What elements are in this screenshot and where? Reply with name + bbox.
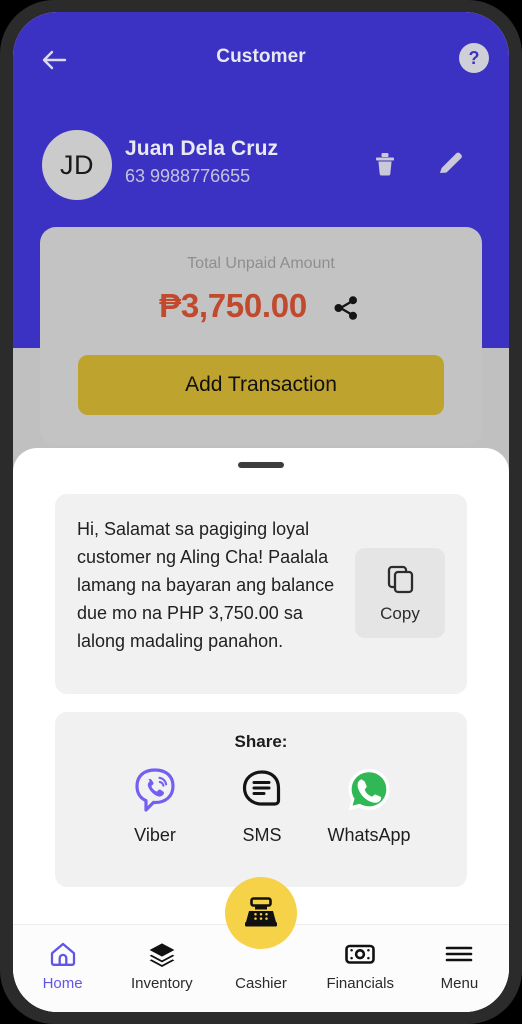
share-option-whatsapp[interactable]: WhatsApp [321,764,417,846]
customer-phone: 63 9988776655 [125,166,251,186]
copy-label: Copy [380,604,420,623]
home-icon [48,939,78,969]
customer-name: Juan Dela Cruz [125,137,279,160]
nav-label-menu: Menu [440,975,479,992]
message-preview-card: Hi, Salamat sa pagiging loyal customer n… [55,494,467,694]
layers-icon [147,939,177,969]
share-option-sms[interactable]: SMS [214,764,310,846]
sheet-drag-handle[interactable] [238,462,284,468]
nav-label-home: Home [42,975,83,992]
share-nodes-icon [334,295,357,320]
copy-icon [387,565,414,594]
amount-row: ₱3,750.00 [40,287,482,325]
total-unpaid-label: Total Unpaid Amount [187,255,335,272]
total-unpaid-amount: ₱3,750.00 [159,287,307,324]
nav-item-financials[interactable]: Financials [311,925,410,1012]
nav-item-home[interactable]: Home [13,925,112,1012]
nav-label-inventory: Inventory [130,975,193,992]
message-text: Hi, Salamat sa pagiging loyal customer n… [77,519,335,651]
add-transaction-button[interactable]: Add Transaction [78,355,444,415]
total-unpaid-card: Total Unpaid Amount ₱3,750.00 Add Transa… [40,227,482,445]
nav-item-menu[interactable]: Menu [410,925,509,1012]
cashier-fab-button[interactable] [225,877,297,949]
customer-identity: Juan Dela Cruz 63 9988776655 [125,136,278,188]
share-amount-button[interactable] [329,291,363,325]
viber-icon [129,764,181,816]
banknote-icon [344,939,376,969]
sms-bubble-icon [236,764,288,816]
share-option-label: WhatsApp [327,825,411,845]
share-option-label: SMS [242,825,282,845]
customer-summary-row: JD Juan Dela Cruz 63 9988776655 [13,122,509,212]
share-option-viber[interactable]: Viber [107,764,203,846]
whatsapp-icon [343,764,395,816]
cash-register-icon [245,897,277,927]
share-heading: Share: [234,732,288,751]
phone-frame: Customer ? JD Juan Dela Cruz 63 99887766… [0,0,522,1024]
question-mark-icon: ? [468,47,480,68]
trash-icon [376,153,394,176]
share-options-list: Viber SMS WhatsApp [107,764,417,846]
share-bottom-sheet: Hi, Salamat sa pagiging loyal customer n… [13,448,509,1012]
copy-button[interactable]: Copy [355,548,445,638]
nav-item-inventory[interactable]: Inventory [112,925,211,1012]
delete-customer-button[interactable] [365,144,405,184]
hamburger-menu-icon [443,939,475,969]
pencil-icon [440,152,462,173]
page-title: Customer [216,46,306,67]
top-app-bar: Customer ? [13,32,509,88]
share-option-label: Viber [134,825,176,845]
avatar-initials: JD [60,149,94,180]
avatar: JD [42,130,112,200]
share-options-card: Share: Viber SMS WhatsApp [55,712,467,887]
nav-label-financials: Financials [326,975,394,992]
nav-label-cashier: Cashier [235,975,287,992]
edit-customer-button[interactable] [431,144,471,184]
phone-screen: Customer ? JD Juan Dela Cruz 63 99887766… [13,12,509,1012]
help-button[interactable]: ? [459,43,489,73]
